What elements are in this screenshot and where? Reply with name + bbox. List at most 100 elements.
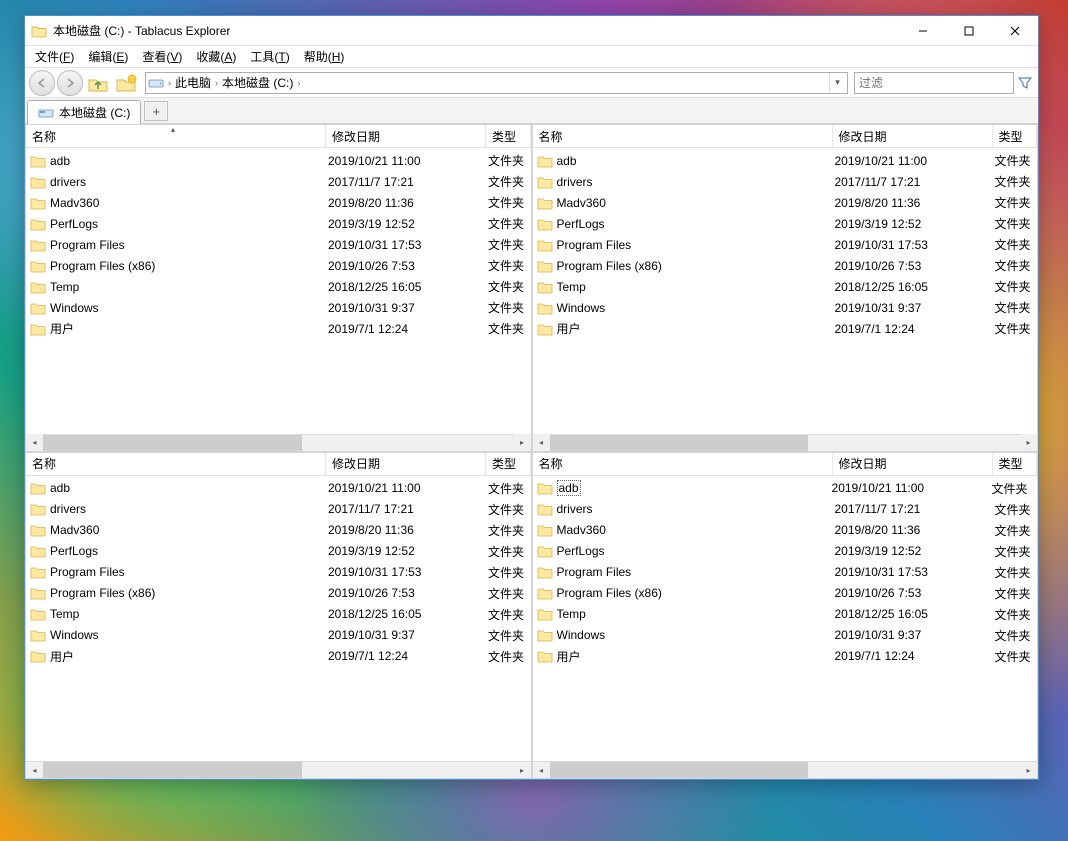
scroll-right-button[interactable]: ▸ — [1020, 434, 1037, 451]
table-row[interactable]: Program Files (x86) 2019/10/26 7:53 文件夹 — [533, 583, 1038, 604]
table-row[interactable]: 用户 2019/7/1 12:24 文件夹 — [533, 318, 1038, 339]
file-date: 2019/10/26 7:53 — [835, 259, 995, 273]
column-header-type[interactable]: 类型 — [486, 125, 531, 147]
table-row[interactable]: adb 2019/10/21 11:00 文件夹 — [26, 150, 531, 171]
column-header-name[interactable]: 名称 — [533, 453, 833, 475]
new-folder-button[interactable] — [113, 71, 139, 95]
table-row[interactable]: Temp 2018/12/25 16:05 文件夹 — [26, 604, 531, 625]
table-row[interactable]: Temp 2018/12/25 16:05 文件夹 — [533, 604, 1038, 625]
column-header-name[interactable]: 名称 — [26, 453, 326, 475]
horizontal-scrollbar[interactable]: ◂ ▸ — [533, 434, 1038, 451]
scroll-track[interactable] — [43, 435, 514, 451]
table-row[interactable]: 用户 2019/7/1 12:24 文件夹 — [533, 646, 1038, 667]
menu-tools[interactable]: 工具(T) — [244, 46, 295, 67]
table-row[interactable]: Temp 2018/12/25 16:05 文件夹 — [533, 276, 1038, 297]
file-date: 2019/10/31 9:37 — [328, 301, 488, 315]
table-row[interactable]: Madv360 2019/8/20 11:36 文件夹 — [26, 192, 531, 213]
column-header-date[interactable]: 修改日期 — [326, 125, 486, 147]
table-row[interactable]: PerfLogs 2019/3/19 12:52 文件夹 — [26, 213, 531, 234]
column-header-date[interactable]: 修改日期 — [833, 125, 993, 147]
table-row[interactable]: Windows 2019/10/31 9:37 文件夹 — [26, 625, 531, 646]
table-row[interactable]: Program Files 2019/10/31 17:53 文件夹 — [26, 562, 531, 583]
titlebar[interactable]: 本地磁盘 (C:) - Tablacus Explorer — [25, 16, 1038, 46]
tab-drive-c[interactable]: 本地磁盘 (C:) — [27, 100, 141, 124]
scroll-thumb[interactable] — [43, 435, 302, 451]
table-row[interactable]: adb 2019/10/21 11:00 文件夹 — [26, 478, 531, 499]
scroll-track[interactable] — [43, 762, 514, 778]
table-row[interactable]: Program Files (x86) 2019/10/26 7:53 文件夹 — [26, 255, 531, 276]
column-header-name[interactable]: 名称 — [26, 125, 326, 147]
maximize-button[interactable] — [946, 16, 992, 45]
file-list[interactable]: adb 2019/10/21 11:00 文件夹 drivers 2017/11… — [533, 148, 1038, 434]
scroll-left-button[interactable]: ◂ — [533, 434, 550, 451]
forward-button[interactable] — [57, 70, 83, 96]
horizontal-scrollbar[interactable]: ◂ ▸ — [26, 761, 531, 778]
menu-file[interactable]: 文件(F) — [29, 46, 80, 67]
menu-edit[interactable]: 编辑(E) — [82, 46, 134, 67]
table-row[interactable]: drivers 2017/11/7 17:21 文件夹 — [26, 499, 531, 520]
table-row[interactable]: Madv360 2019/8/20 11:36 文件夹 — [533, 192, 1038, 213]
table-row[interactable]: PerfLogs 2019/3/19 12:52 文件夹 — [26, 541, 531, 562]
scroll-right-button[interactable]: ▸ — [514, 762, 531, 779]
minimize-button[interactable] — [900, 16, 946, 45]
table-row[interactable]: Program Files (x86) 2019/10/26 7:53 文件夹 — [533, 255, 1038, 276]
table-row[interactable]: Windows 2019/10/31 9:37 文件夹 — [533, 625, 1038, 646]
close-button[interactable] — [992, 16, 1038, 45]
table-row[interactable]: drivers 2017/11/7 17:21 文件夹 — [533, 171, 1038, 192]
address-bar[interactable]: › 此电脑 › 本地磁盘 (C:) › ▾ — [145, 72, 848, 94]
scroll-track[interactable] — [550, 762, 1021, 778]
menu-view[interactable]: 查看(V) — [136, 46, 188, 67]
table-row[interactable]: Temp 2018/12/25 16:05 文件夹 — [26, 276, 531, 297]
table-row[interactable]: PerfLogs 2019/3/19 12:52 文件夹 — [533, 213, 1038, 234]
horizontal-scrollbar[interactable]: ◂ ▸ — [533, 761, 1038, 778]
horizontal-scrollbar[interactable]: ◂ ▸ — [26, 434, 531, 451]
file-type: 文件夹 — [995, 173, 1034, 190]
filter-input[interactable] — [859, 76, 1014, 90]
column-header-name[interactable]: 名称 — [533, 125, 833, 147]
scroll-left-button[interactable]: ◂ — [26, 434, 43, 451]
file-list[interactable]: adb 2019/10/21 11:00 文件夹 drivers 2017/11… — [26, 476, 531, 762]
filter-box[interactable] — [854, 72, 1014, 94]
filter-icon[interactable] — [1016, 72, 1034, 94]
up-button[interactable] — [85, 71, 111, 95]
table-row[interactable]: PerfLogs 2019/3/19 12:52 文件夹 — [533, 541, 1038, 562]
table-row[interactable]: 用户 2019/7/1 12:24 文件夹 — [26, 318, 531, 339]
scroll-left-button[interactable]: ◂ — [26, 762, 43, 779]
file-list[interactable]: adb 2019/10/21 11:00 文件夹 drivers 2017/11… — [533, 476, 1038, 762]
column-header-type[interactable]: 类型 — [486, 453, 531, 475]
new-tab-button[interactable]: + — [144, 101, 168, 121]
breadcrumb-drive[interactable]: 本地磁盘 (C:) — [222, 74, 293, 91]
column-header-type[interactable]: 类型 — [993, 453, 1038, 475]
file-type: 文件夹 — [995, 564, 1034, 581]
scroll-thumb[interactable] — [43, 762, 302, 778]
scroll-right-button[interactable]: ▸ — [1020, 762, 1037, 779]
table-row[interactable]: Windows 2019/10/31 9:37 文件夹 — [26, 297, 531, 318]
scroll-thumb[interactable] — [550, 435, 809, 451]
table-row[interactable]: adb 2019/10/21 11:00 文件夹 — [533, 478, 1038, 499]
column-header-date[interactable]: 修改日期 — [833, 453, 993, 475]
table-row[interactable]: 用户 2019/7/1 12:24 文件夹 — [26, 646, 531, 667]
table-row[interactable]: adb 2019/10/21 11:00 文件夹 — [533, 150, 1038, 171]
table-row[interactable]: Windows 2019/10/31 9:37 文件夹 — [533, 297, 1038, 318]
table-row[interactable]: Program Files 2019/10/31 17:53 文件夹 — [533, 234, 1038, 255]
column-header-type[interactable]: 类型 — [993, 125, 1038, 147]
scroll-right-button[interactable]: ▸ — [514, 434, 531, 451]
breadcrumb-root[interactable]: 此电脑 — [175, 74, 211, 91]
scroll-thumb[interactable] — [550, 762, 809, 778]
table-row[interactable]: drivers 2017/11/7 17:21 文件夹 — [26, 171, 531, 192]
file-date: 2019/7/1 12:24 — [835, 649, 995, 663]
file-list[interactable]: adb 2019/10/21 11:00 文件夹 drivers 2017/11… — [26, 148, 531, 434]
table-row[interactable]: Program Files 2019/10/31 17:53 文件夹 — [533, 562, 1038, 583]
table-row[interactable]: Madv360 2019/8/20 11:36 文件夹 — [26, 520, 531, 541]
table-row[interactable]: Program Files (x86) 2019/10/26 7:53 文件夹 — [26, 583, 531, 604]
scroll-left-button[interactable]: ◂ — [533, 762, 550, 779]
back-button[interactable] — [29, 70, 55, 96]
address-dropdown[interactable]: ▾ — [829, 73, 845, 93]
menu-help[interactable]: 帮助(H) — [298, 46, 351, 67]
column-header-date[interactable]: 修改日期 — [326, 453, 486, 475]
table-row[interactable]: Program Files 2019/10/31 17:53 文件夹 — [26, 234, 531, 255]
table-row[interactable]: Madv360 2019/8/20 11:36 文件夹 — [533, 520, 1038, 541]
scroll-track[interactable] — [550, 435, 1021, 451]
table-row[interactable]: drivers 2017/11/7 17:21 文件夹 — [533, 499, 1038, 520]
menu-favorites[interactable]: 收藏(A) — [190, 46, 242, 67]
